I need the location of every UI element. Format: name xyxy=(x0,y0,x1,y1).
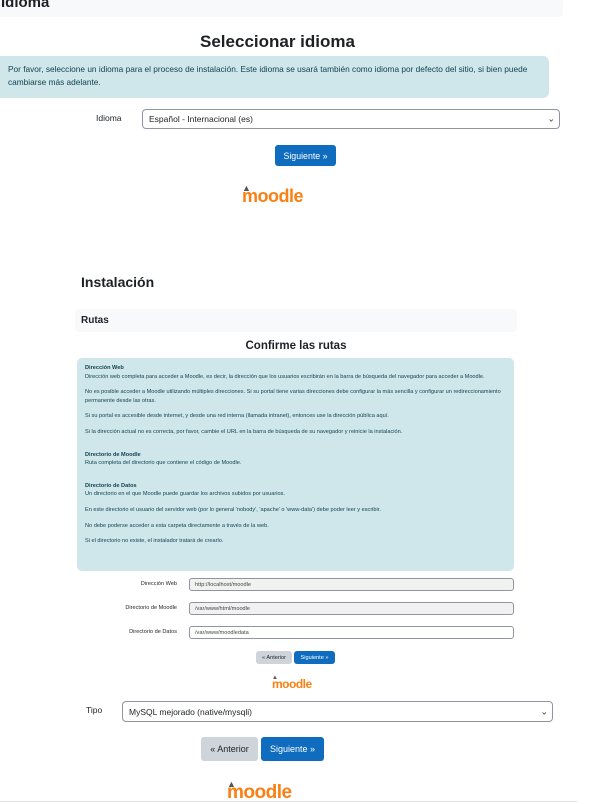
language-select-value: Español - Internacional (es) xyxy=(149,114,253,124)
db-type-label: Tipo xyxy=(86,705,103,715)
web-address-label: Dirección Web xyxy=(140,581,177,587)
info-web-intranet: Si su portal es accesible desde internet… xyxy=(85,413,389,420)
chevron-down-icon: ⌄ xyxy=(540,706,548,716)
web-address-field[interactable]: http://localhost/moodle xyxy=(189,578,514,591)
db-next-button[interactable]: Siguiente » xyxy=(261,737,324,761)
info-dir-desc: Ruta completa del directorio que contien… xyxy=(85,460,242,467)
divider xyxy=(0,801,577,802)
install-heading: Instalación xyxy=(81,274,155,290)
graduation-cap-icon: ▲ xyxy=(242,183,251,193)
info-data-desc: Un directorio en el que Moodle puede gua… xyxy=(85,491,285,498)
language-next-button[interactable]: Siguiente » xyxy=(275,145,336,166)
confirm-paths-heading: Confirme las rutas xyxy=(245,340,347,352)
language-info-text: Por favor, seleccione un idioma para el … xyxy=(8,64,528,87)
header-bar xyxy=(0,0,563,17)
info-web-multi: No es posible acceder a Moodle utilizand… xyxy=(85,389,501,404)
info-web-desc: Dirección web completa para acceder a Mo… xyxy=(85,373,485,380)
page-header-title: Idioma xyxy=(1,0,50,11)
db-prev-button[interactable]: « Anterior xyxy=(201,737,258,761)
paths-info-box: Dirección Web Dirección web completa par… xyxy=(77,358,514,571)
info-data-perm: En este directorio el usuario del servid… xyxy=(85,506,381,513)
language-info-box: Por favor, seleccione un idioma para el … xyxy=(0,56,549,98)
info-data-create: Si el directorio no existe, el instalado… xyxy=(85,538,224,545)
moodle-dir-label: Directorio de Moodle xyxy=(125,605,177,611)
data-dir-field[interactable]: /var/www/moodledata xyxy=(189,626,514,639)
section-rutas-title: Rutas xyxy=(81,315,109,326)
language-label: Idioma xyxy=(96,113,122,123)
language-select[interactable]: Español - Internacional (es) ⌄ xyxy=(142,109,560,129)
paths-prev-button[interactable]: « Anterior xyxy=(256,651,292,664)
info-data-web: No debe poderse acceder a esta carpeta d… xyxy=(85,522,269,529)
graduation-cap-icon: ▲ xyxy=(272,675,278,681)
info-web-wrong: Si la dirección actual no es correcta, p… xyxy=(85,428,403,435)
chevron-down-icon: ⌄ xyxy=(547,113,555,124)
section-rutas: Rutas xyxy=(75,309,517,332)
graduation-cap-icon: ▲ xyxy=(227,779,236,789)
moodle-logo-small: ▲ moodle xyxy=(272,675,312,691)
data-dir-label: Directorio de Datos xyxy=(129,629,177,635)
info-dir-title: Directorio de Moodle xyxy=(85,451,141,458)
moodle-dir-field[interactable]: /var/www/html/moodle xyxy=(189,602,514,615)
info-web-title: Dirección Web xyxy=(85,365,124,371)
db-type-select-value: MySQL mejorado (native/mysqli) xyxy=(129,706,252,717)
moodle-logo: ▲ moodle xyxy=(242,183,304,206)
paths-next-button[interactable]: Siguiente » xyxy=(294,651,335,664)
language-heading: Seleccionar idioma xyxy=(200,32,355,51)
info-data-title: Directorio de Datos xyxy=(85,482,137,489)
db-type-select[interactable]: MySQL mejorado (native/mysqli) ⌄ xyxy=(122,701,553,722)
